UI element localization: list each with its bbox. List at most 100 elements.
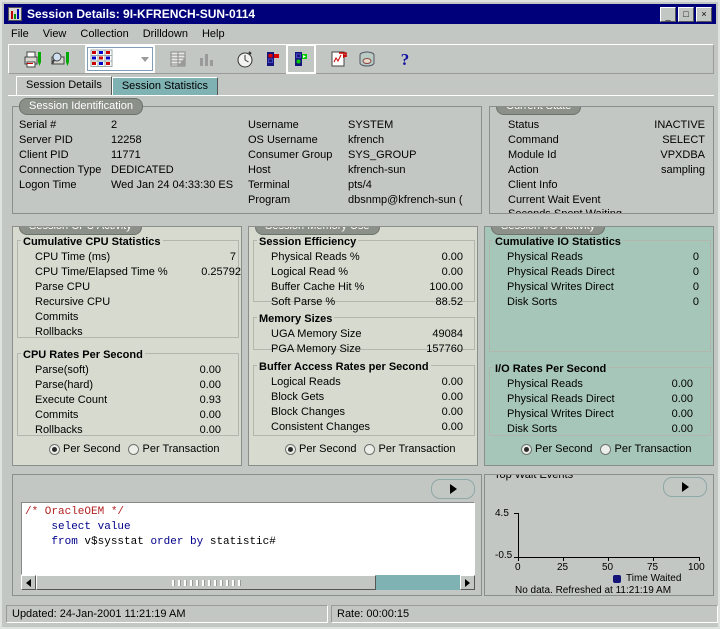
grid-combo-icon bbox=[90, 49, 116, 69]
value-logical-reads: 0.00 bbox=[442, 376, 463, 388]
y-axis bbox=[518, 513, 519, 558]
label-terminal: Terminal bbox=[248, 179, 290, 191]
title-bar: Session Details: 9I-KFRENCH-SUN-0114 _ □… bbox=[4, 4, 716, 24]
maximize-button[interactable]: □ bbox=[678, 7, 694, 22]
label-connection-type: Connection Type bbox=[19, 164, 101, 176]
value-soft-parse-pct: 88.52 bbox=[435, 296, 463, 308]
memory-rate-radio-group: Per Second Per Transaction bbox=[285, 443, 456, 455]
value-physical-reads-pct: 0.00 bbox=[442, 251, 463, 263]
sql-line-2: select value bbox=[25, 520, 474, 535]
x-tick-50: 50 bbox=[602, 562, 613, 573]
current-state-title: Current State bbox=[496, 106, 581, 115]
value-io-rate-physical-reads: 0.00 bbox=[672, 378, 693, 390]
value-rate-rollbacks: 0.00 bbox=[200, 424, 221, 436]
app-icon bbox=[8, 7, 22, 21]
tab-session-details[interactable]: Session Details bbox=[16, 76, 112, 96]
window-title: Session Details: 9I-KFRENCH-SUN-0114 bbox=[27, 7, 660, 21]
label-logical-read-pct: Logical Read % bbox=[271, 266, 348, 278]
scroll-right-button[interactable] bbox=[460, 575, 475, 590]
sql-table-name: v$sysstat bbox=[78, 536, 151, 548]
memory-radio-per-second[interactable]: Per Second bbox=[285, 443, 356, 455]
value-username: SYSTEM bbox=[348, 119, 393, 131]
label-rate-commits: Commits bbox=[35, 409, 78, 421]
label-io-physical-reads-direct: Physical Reads Direct bbox=[507, 266, 615, 278]
cpu-radio-per-transaction[interactable]: Per Transaction bbox=[128, 443, 219, 455]
memory-radio-per-transaction[interactable]: Per Transaction bbox=[364, 443, 455, 455]
value-uga-memory-size: 49084 bbox=[432, 328, 463, 340]
value-buffer-cache-hit-pct: 100.00 bbox=[429, 281, 463, 293]
label-current-wait-event: Current Wait Event bbox=[508, 194, 601, 206]
sql-select-list: value bbox=[91, 521, 131, 533]
menu-item-view[interactable]: View bbox=[36, 26, 74, 42]
print-icon[interactable] bbox=[20, 46, 46, 72]
table-chart-icon[interactable] bbox=[166, 46, 192, 72]
io-radio-per-second[interactable]: Per Second bbox=[521, 443, 592, 455]
value-execute-count: 0.93 bbox=[200, 394, 221, 406]
value-io-physical-reads: 0 bbox=[693, 251, 699, 263]
value-cpu-time: 7 bbox=[230, 251, 239, 263]
sql-expand-button[interactable] bbox=[431, 479, 475, 499]
help-icon[interactable]: ? bbox=[392, 46, 418, 72]
label-parse-cpu: Parse CPU bbox=[35, 281, 90, 293]
label-command: Command bbox=[508, 134, 559, 146]
value-io-rate-physical-writes-direct: 0.00 bbox=[672, 408, 693, 420]
value-command: SELECT bbox=[662, 134, 705, 146]
label-parse-soft: Parse(soft) bbox=[35, 364, 89, 376]
value-block-gets: 0.00 bbox=[442, 391, 463, 403]
radio-dot bbox=[128, 444, 139, 455]
value-module-id: VPXDBA bbox=[660, 149, 705, 161]
bar-chart-icon[interactable] bbox=[194, 46, 220, 72]
status-updated: Updated: 24-Jan-2001 11:21:19 AM bbox=[6, 605, 328, 623]
value-action: sampling bbox=[661, 164, 705, 176]
label-action: Action bbox=[508, 164, 539, 176]
value-io-physical-writes-direct: 0 bbox=[693, 281, 699, 293]
stoplight-icon[interactable] bbox=[260, 46, 286, 72]
label-status: Status bbox=[508, 119, 539, 131]
close-button[interactable]: × bbox=[696, 7, 712, 22]
view-mode-combo[interactable] bbox=[87, 47, 153, 71]
value-connection-type: DEDICATED bbox=[111, 164, 174, 176]
session-cpu-activity-panel: Session CPU Activity Cumulative CPU Stat… bbox=[12, 226, 242, 466]
cpu-radio-per-second[interactable]: Per Second bbox=[49, 443, 120, 455]
menu-item-file[interactable]: File bbox=[4, 26, 36, 42]
label-execute-count: Execute Count bbox=[35, 394, 107, 406]
label-consumer-group: Consumer Group bbox=[248, 149, 332, 161]
value-consistent-changes: 0.00 bbox=[442, 421, 463, 433]
label-os-username: OS Username bbox=[248, 134, 318, 146]
scroll-left-button[interactable] bbox=[21, 575, 36, 590]
clock-icon[interactable] bbox=[232, 46, 258, 72]
memory-radio-per-transaction-label: Per Transaction bbox=[378, 443, 455, 455]
x-tick-mark-25 bbox=[563, 557, 564, 561]
value-terminal: pts/4 bbox=[348, 179, 372, 191]
sql-keyword-from: from bbox=[51, 536, 77, 548]
menu-item-help[interactable]: Help bbox=[195, 26, 232, 42]
sql-text-area[interactable]: /* OracleOEM */ select value from v$syss… bbox=[21, 502, 475, 575]
io-radio-per-transaction[interactable]: Per Transaction bbox=[600, 443, 691, 455]
tab-session-statistics[interactable]: Session Statistics bbox=[112, 77, 218, 96]
sql-horizontal-scrollbar[interactable] bbox=[21, 575, 475, 590]
sql-comment: /* OracleOEM */ bbox=[25, 506, 124, 518]
minimize-button[interactable]: _ bbox=[660, 7, 676, 22]
value-consumer-group: SYS_GROUP bbox=[348, 149, 416, 161]
label-recursive-cpu: Recursive CPU bbox=[35, 296, 110, 308]
y-tick--0_5: -0.5 bbox=[495, 550, 512, 561]
database-icon[interactable] bbox=[354, 46, 380, 72]
value-logon-time: Wed Jan 24 04:33:30 ES bbox=[111, 179, 251, 191]
menu-item-collection[interactable]: Collection bbox=[73, 26, 135, 42]
x-tick-mark-75 bbox=[653, 557, 654, 561]
print-preview-icon[interactable] bbox=[48, 46, 74, 72]
report-icon[interactable] bbox=[326, 46, 352, 72]
label-host: Host bbox=[248, 164, 271, 176]
menu-item-drilldown[interactable]: Drilldown bbox=[136, 26, 195, 42]
legend-swatch-time-waited bbox=[613, 575, 621, 583]
value-parse-soft: 0.00 bbox=[200, 364, 221, 376]
session-memory-use-title: Session Memory Use bbox=[255, 226, 380, 235]
label-io-disk-sorts: Disk Sorts bbox=[507, 296, 557, 308]
label-client-info: Client Info bbox=[508, 179, 558, 191]
value-server-pid: 12258 bbox=[111, 134, 142, 146]
value-program: dbsnmp@kfrench-sun ( bbox=[348, 194, 478, 206]
radio-dot bbox=[600, 444, 611, 455]
stoplight-go-icon[interactable] bbox=[288, 46, 314, 72]
x-tick-75: 75 bbox=[647, 562, 658, 573]
scrollbar-thumb[interactable] bbox=[36, 575, 376, 590]
